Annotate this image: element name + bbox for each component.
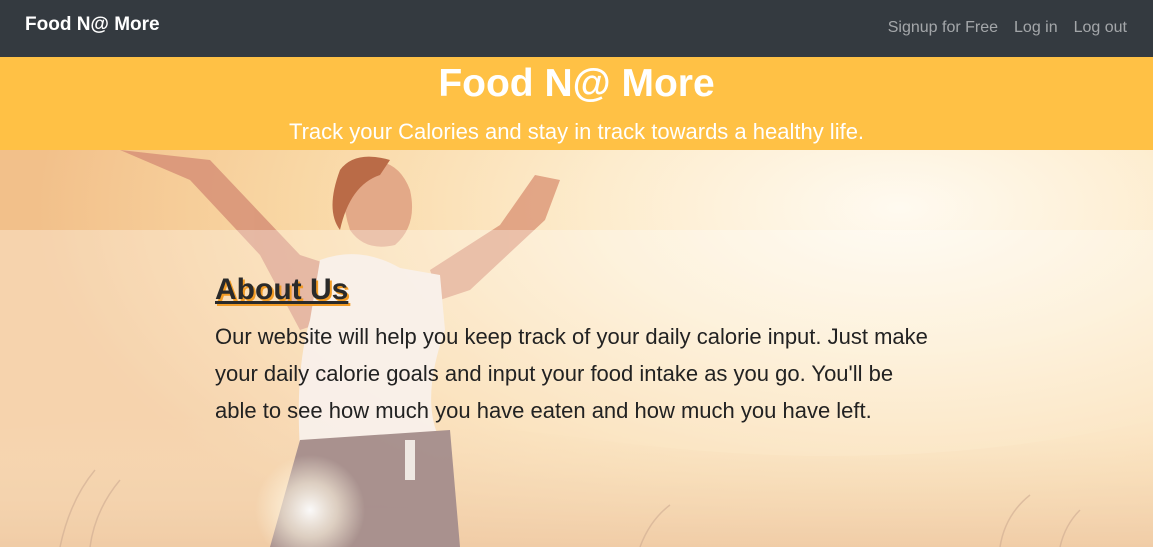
brand-link[interactable]: Food N@ More (25, 13, 160, 37)
top-navbar: Food N@ More Signup for Free Log in Log … (0, 0, 1153, 57)
hero-subtitle: Track your Calories and stay in track to… (288, 119, 865, 144)
nav-signup-link[interactable]: Signup for Free (888, 17, 998, 39)
nav-login-link[interactable]: Log in (1014, 17, 1058, 39)
about-section: About Us Our website will help you keep … (215, 272, 935, 429)
hero-title: Food N@ More (438, 62, 715, 105)
about-text: Our website will help you keep track of … (215, 324, 928, 423)
about-heading: About Us (215, 273, 349, 306)
page: Food N@ More Signup for Free Log in Log … (0, 0, 1153, 547)
nav-logout-link[interactable]: Log out (1074, 17, 1127, 39)
nav-links: Signup for Free Log in Log out (888, 17, 1127, 39)
hero-banner: Food N@ More Track your Calories and sta… (0, 57, 1153, 150)
